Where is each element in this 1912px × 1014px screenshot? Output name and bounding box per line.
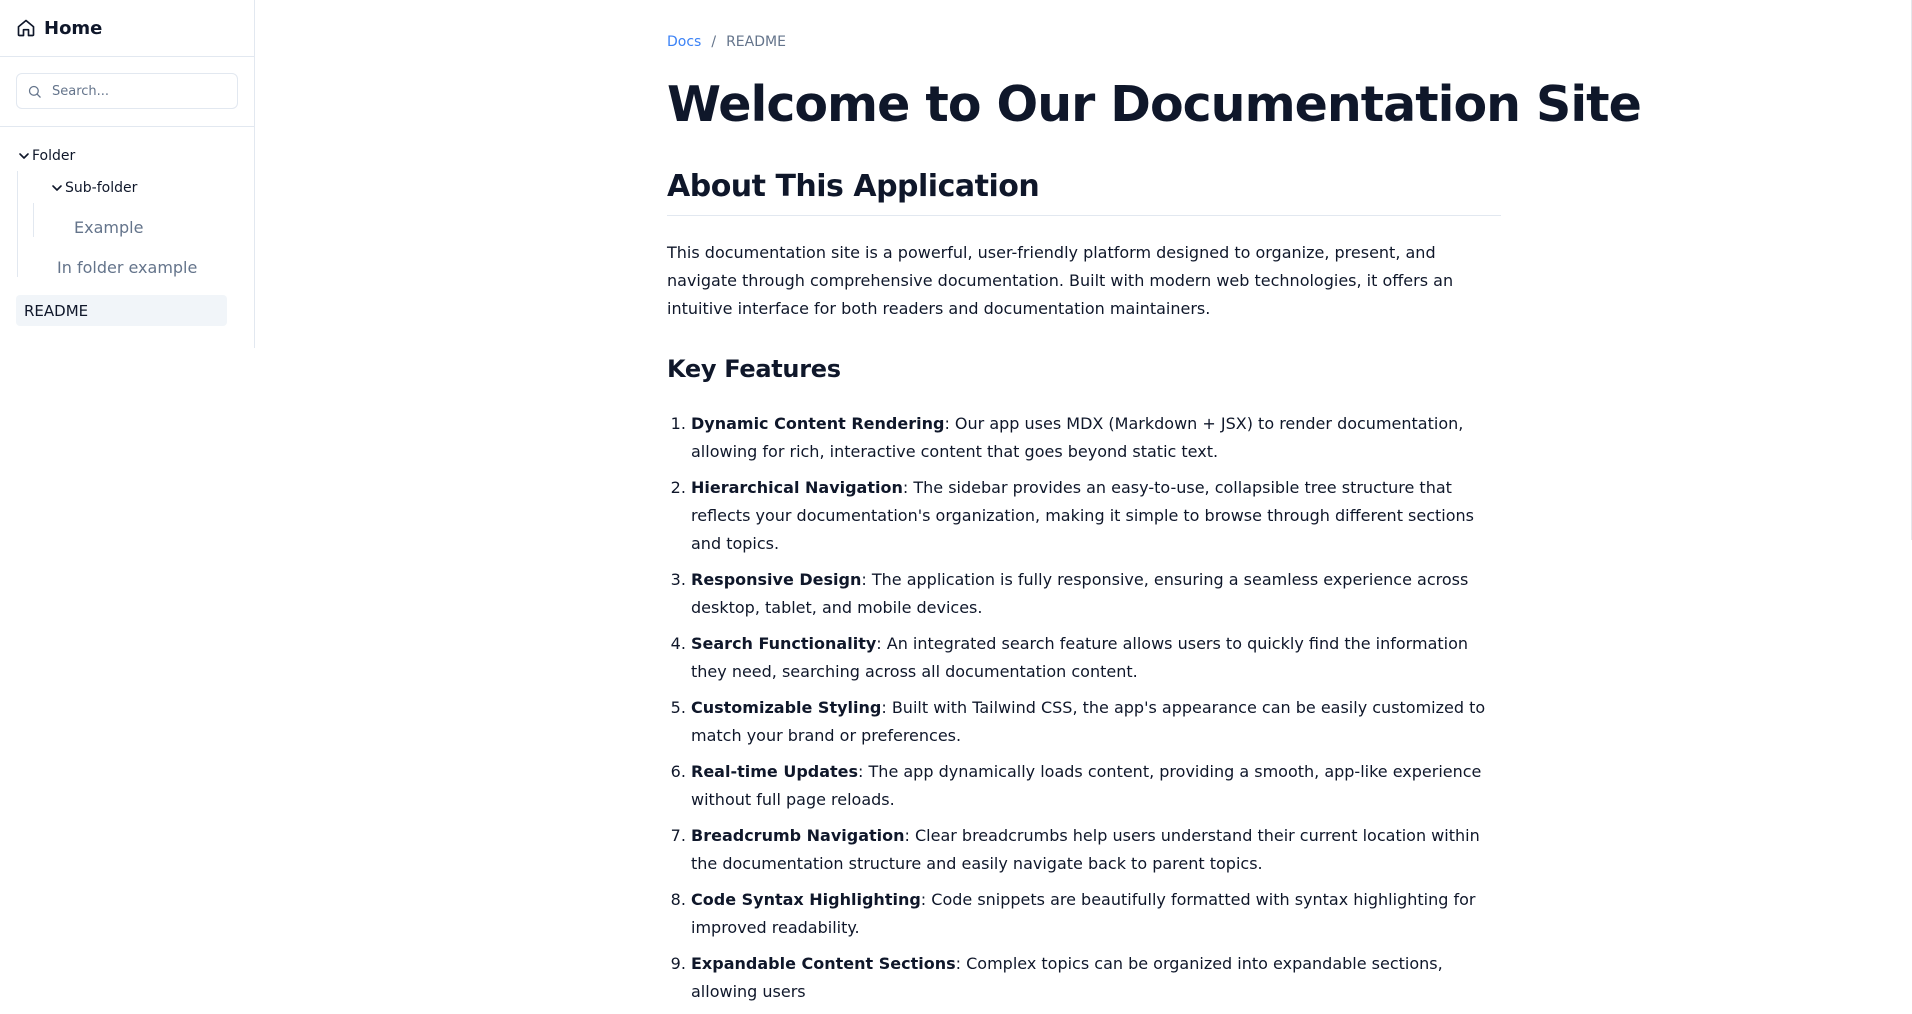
feature-name: Search Functionality [691,634,877,653]
sidebar: Home Folder Sub-folder Exampl [0,0,255,348]
list-item: Expandable Content Sections: Complex top… [691,950,1501,1006]
list-item: Hierarchical Navigation: The sidebar pro… [691,474,1501,558]
list-item: Code Syntax Highlighting: Code snippets … [691,886,1501,942]
search-icon [28,85,41,98]
list-item: Customizable Styling: Built with Tailwin… [691,694,1501,750]
breadcrumb-docs-link[interactable]: Docs [667,34,701,50]
tree-folder-label: Folder [32,148,76,164]
chevron-down-icon [52,185,62,191]
home-label: Home [44,17,103,39]
tree-folder[interactable]: Folder [18,148,75,164]
sidebar-item-readme-label: README [24,301,89,320]
tree-link-example[interactable]: Example [74,218,143,237]
breadcrumb-separator: / [711,34,717,50]
sidebar-item-readme[interactable]: README [16,295,227,326]
tree-subfolder-label: Sub-folder [65,180,138,196]
sidebar-header: Home [0,0,254,57]
breadcrumb-current: README [726,34,786,50]
feature-name: Real-time Updates [691,762,859,781]
home-link[interactable]: Home [16,18,102,39]
tree-subfolder[interactable]: Sub-folder [51,180,137,196]
home-icon [17,19,35,37]
page-title: Welcome to Our Documentation Site [667,76,1642,133]
tree-guide-line [17,171,18,277]
tree-link-in-folder-example-label: In folder example [57,258,198,277]
feature-name: Responsive Design [691,570,862,589]
sidebar-search-area [0,57,254,127]
feature-name: Customizable Styling [691,698,882,717]
breadcrumb: Docs / README [667,34,786,50]
search-box [16,73,238,109]
list-item: Responsive Design: The application is fu… [691,566,1501,622]
features-title: Key Features [667,355,841,383]
intro-paragraph: This documentation site is a powerful, u… [667,243,1454,318]
tree-guide-line [33,203,34,237]
tree-link-in-folder-example[interactable]: In folder example [57,258,197,277]
list-item: Breadcrumb Navigation: Clear breadcrumbs… [691,822,1501,878]
feature-name: Dynamic Content Rendering [691,414,945,433]
feature-name: Expandable Content Sections [691,954,956,973]
feature-name: Breadcrumb Navigation [691,826,905,845]
features-list: Dynamic Content Rendering: Our app uses … [667,410,1501,1014]
feature-name: Hierarchical Navigation [691,478,903,497]
list-item: Search Functionality: An integrated sear… [691,630,1501,686]
list-item: Dynamic Content Rendering: Our app uses … [691,410,1501,466]
section-title: About This Application [667,167,1501,216]
feature-name: Code Syntax Highlighting [691,890,921,909]
search-input[interactable] [50,82,220,100]
tree-link-example-label: Example [74,218,144,237]
chevron-down-icon [19,153,29,159]
list-item: Real-time Updates: The app dynamically l… [691,758,1501,814]
